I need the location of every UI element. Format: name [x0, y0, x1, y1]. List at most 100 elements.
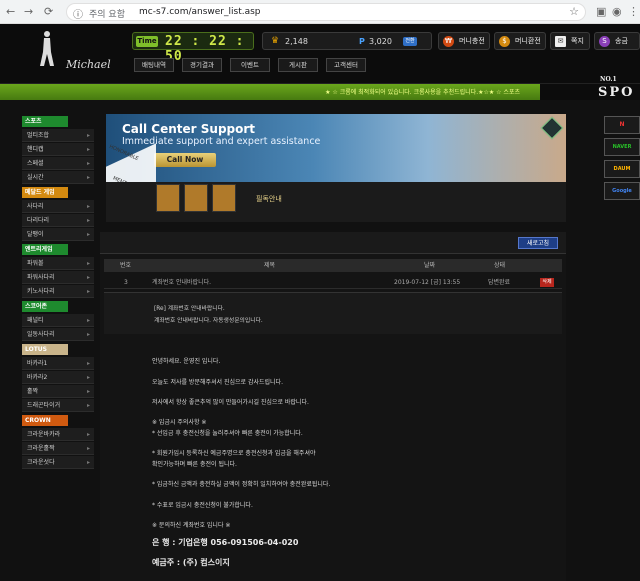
- sidebar-item[interactable]: 멀티조합: [22, 129, 94, 142]
- sidebar-item[interactable]: 핸디캡: [22, 143, 94, 156]
- browser-toolbar: ← → ⟳ ⓘ 주의 요함 mc-s7.com/answer_list.asp …: [0, 0, 640, 24]
- sidebar-item[interactable]: 드래곤타이거: [22, 399, 94, 412]
- sidebar-item[interactable]: 크라운바카라: [22, 428, 94, 441]
- sidebar-section-header: 스포츠: [22, 116, 68, 127]
- sidebar-item[interactable]: 일동사다리: [22, 328, 94, 341]
- site-logo[interactable]: Michael: [30, 30, 111, 72]
- call-now-button[interactable]: Call Now: [154, 153, 216, 167]
- bookmark-star-icon[interactable]: ☆: [569, 5, 579, 18]
- sidebar-item[interactable]: 홀짝: [22, 385, 94, 398]
- col-title: 제목: [264, 262, 276, 269]
- sidebar-section-header: 메달드 게임: [22, 187, 68, 198]
- nav-results[interactable]: 경기결과: [182, 58, 222, 72]
- question-box: [Re] 계좌번호 안내바랍니다. 계좌번호 안내바랍니다. 자동생성문의입니다…: [104, 292, 562, 334]
- nav-bet-history[interactable]: 배팅내역: [134, 58, 174, 72]
- url-text[interactable]: mc-s7.com/answer_list.asp: [139, 7, 261, 17]
- side-title-text: SPO: [598, 85, 635, 100]
- exchange-coin-icon: $: [499, 36, 510, 47]
- menu-icon[interactable]: ⋮: [628, 5, 639, 19]
- col-status: 상태: [494, 262, 506, 269]
- reload-icon[interactable]: ⟳: [44, 5, 53, 19]
- sidebar-item[interactable]: 파워사다리: [22, 271, 94, 284]
- transfer-label: 송금: [615, 37, 628, 45]
- sidebar-item[interactable]: 스페셜: [22, 157, 94, 170]
- sidebar-item[interactable]: 파워볼: [22, 257, 94, 270]
- banner-logo-icon: [540, 116, 564, 140]
- answer-line: ※ 입금시 주의사항 ※: [152, 419, 207, 426]
- notice-ticker: ★ ☆ 크롬에 최적화되어 있습니다. 크롬사용을 추천드립니다.★☆★ ☆ 스…: [0, 84, 640, 100]
- nav-support[interactable]: 고객센터: [326, 58, 366, 72]
- answer-line: ※ 문의하신 계좌번호 입니다 ※: [152, 522, 231, 529]
- sidebar-section-header: LOTUS: [22, 344, 68, 355]
- row-status: 답변완료: [488, 279, 511, 286]
- back-icon[interactable]: ←: [6, 5, 15, 19]
- answer-line: * 수표로 입금시 충전신청이 불가합니다.: [152, 502, 253, 509]
- sidebar-item[interactable]: 크라운홀짝: [22, 442, 94, 455]
- staff-photo: [184, 184, 208, 212]
- sidebar-section-header: CROWN: [22, 415, 68, 426]
- charge-label: 머니충전: [459, 37, 485, 45]
- col-date: 날짜: [424, 262, 436, 269]
- staff-photo: [212, 184, 236, 212]
- staff-photos: [156, 184, 240, 214]
- row-no: 3: [124, 279, 128, 286]
- board-top: 새로고침: [100, 232, 566, 254]
- logo-text: Michael: [66, 58, 111, 71]
- col-no: 번호: [120, 262, 132, 269]
- partner-n[interactable]: N: [604, 116, 640, 134]
- partner-naver[interactable]: NAVER: [604, 138, 640, 156]
- refresh-button[interactable]: 새로고침: [518, 237, 558, 249]
- dancer-silhouette-icon: [40, 31, 54, 66]
- sidebar-item[interactable]: 바카라1: [22, 357, 94, 370]
- row-title[interactable]: 계좌번호 안내바랍니다.: [152, 276, 211, 289]
- security-label: 주의 요함: [89, 10, 125, 20]
- banner-notice[interactable]: 필독안내: [256, 194, 282, 204]
- table-row[interactable]: 3 계좌번호 안내바랍니다. 2019-07-12 [금] 13:55 답변완료…: [104, 276, 562, 289]
- point-value: 3,020: [369, 37, 392, 46]
- envelope-icon: ✉: [555, 36, 566, 47]
- nav-event[interactable]: 이벤트: [230, 58, 270, 72]
- sidebar-item[interactable]: 바카라2: [22, 371, 94, 384]
- sidebar-section-header: 스코어존: [22, 301, 68, 312]
- bank-account-line: 은 행 : 기업은행 056-091506-04-020: [152, 538, 299, 547]
- answer-line: 안녕하세요. 운영진 입니다.: [152, 358, 221, 365]
- sidebar-item[interactable]: 패널티: [22, 314, 94, 327]
- transfer-button[interactable]: S 송금: [594, 32, 640, 50]
- point-convert-button[interactable]: 전환: [403, 37, 417, 46]
- forward-icon[interactable]: →: [24, 5, 33, 19]
- answer-line: 저사에서 항상 좋은추억 많이 만들어가시길 진심으로 바랍니다.: [152, 399, 309, 406]
- crown-icon: ♛: [271, 36, 280, 46]
- answer-line: 확인가능하며 빠른 충전이 됩니다.: [152, 461, 237, 468]
- money-value: 2,148: [285, 37, 308, 46]
- clock-box: Time 22 : 22 : 50: [132, 32, 254, 64]
- exchange-button[interactable]: $ 머니환전: [494, 32, 546, 50]
- sidebar-item[interactable]: 키노사다리: [22, 285, 94, 298]
- message-button[interactable]: ✉ 쪽지: [550, 32, 590, 50]
- address-bar[interactable]: ⓘ 주의 요함 mc-s7.com/answer_list.asp ☆: [66, 3, 586, 21]
- point-label: P: [359, 37, 365, 46]
- ticker-text: ★ ☆ 크롬에 최적화되어 있습니다. 크롬사용을 추천드립니다.★☆★ ☆ 스…: [325, 89, 520, 96]
- sidebar-section-header: 엔트리게임: [22, 244, 68, 255]
- charge-button[interactable]: ₩ 머니충전: [438, 32, 490, 50]
- partner-google[interactable]: Google: [604, 182, 640, 200]
- time-label: Time: [136, 36, 158, 47]
- transfer-icon: S: [599, 36, 610, 47]
- sidebar-item[interactable]: 달팽이: [22, 228, 94, 241]
- sidebar-item[interactable]: 크라운섯다: [22, 456, 94, 469]
- sidebar-item[interactable]: 다리다리: [22, 214, 94, 227]
- banner-title: Call Center Support: [122, 122, 256, 136]
- sidebar-item[interactable]: 실시간: [22, 171, 94, 184]
- message-label: 쪽지: [571, 37, 584, 45]
- info-icon[interactable]: ⓘ: [73, 6, 83, 21]
- call-center-banner[interactable]: Call Center Support Immediate support an…: [106, 114, 566, 222]
- nav-board[interactable]: 게시판: [278, 58, 318, 72]
- coin-icon: ₩: [443, 36, 454, 47]
- staff-photo: [156, 184, 180, 212]
- sidebar-item[interactable]: 사다리: [22, 200, 94, 213]
- question-title: [Re] 계좌번호 안내바랍니다.: [154, 306, 225, 312]
- table-header: 번호 제목 날짜 상태: [104, 259, 562, 272]
- delete-button[interactable]: 삭제: [540, 278, 554, 287]
- extension-icon[interactable]: ▣: [596, 5, 606, 19]
- partner-daum[interactable]: DAUM: [604, 160, 640, 178]
- profile-icon[interactable]: ◉: [612, 5, 622, 19]
